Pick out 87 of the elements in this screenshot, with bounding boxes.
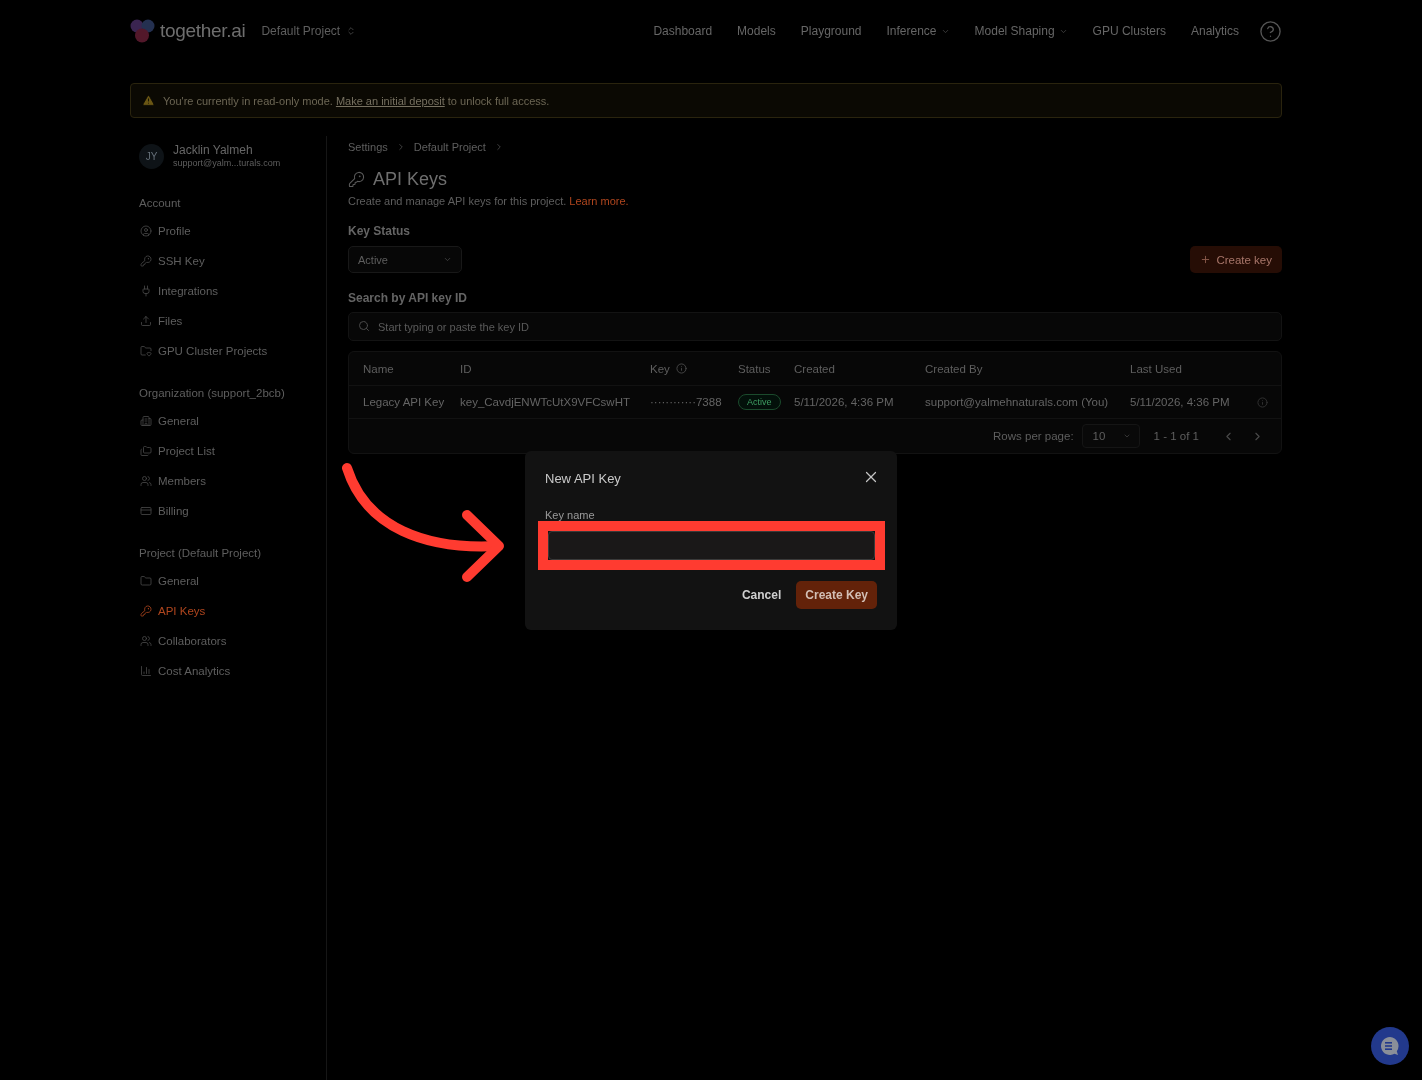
people-icon: [140, 475, 152, 487]
field-label: Key name: [545, 509, 596, 521]
folder-icon: [140, 575, 152, 587]
chat-bubble-icon: [1380, 1036, 1400, 1056]
learn-more-link[interactable]: Learn more.: [569, 195, 629, 207]
help-icon[interactable]: [1259, 19, 1282, 43]
key-icon: [348, 170, 365, 188]
create-key-button[interactable]: Create Key: [796, 581, 877, 609]
folder-icon: [140, 345, 152, 357]
dialog-title: New API Key: [545, 470, 621, 488]
chat-button[interactable]: [1371, 1027, 1409, 1065]
logo-icon: [130, 19, 156, 43]
key-icon: [140, 605, 152, 617]
nav-link[interactable]: Inference: [886, 24, 950, 38]
page-description: Create and manage API keys for this project. Learn more.: [348, 194, 630, 209]
rows-per-page-label: Rows per page:: [993, 430, 1074, 442]
column-header: Created By: [925, 362, 983, 375]
masked-key-cell-text: ············7388: [650, 396, 723, 408]
sidebar-item[interactable]: Profile: [139, 216, 326, 246]
column-header: Created: [794, 362, 835, 375]
user-circle-icon: [140, 225, 152, 237]
key-id-cell-text: key_CavdjENWTcUtX9VFCswHT: [460, 396, 631, 408]
status-badge: Active: [738, 394, 781, 410]
user-name: Jacklin Yalmeh: [173, 143, 254, 157]
warning-icon: [142, 94, 155, 107]
nav-link[interactable]: Dashboard: [653, 24, 713, 38]
caret-icon: [443, 255, 452, 264]
upload-icon: [140, 315, 152, 327]
cancel-button[interactable]: Cancel: [735, 582, 788, 608]
sidebar-item[interactable]: General: [139, 566, 326, 596]
caret-icon: [1122, 432, 1131, 440]
people-icon: [140, 635, 152, 647]
section-title: Project (Default Project): [139, 546, 263, 561]
sidebar-item[interactable]: Integrations: [139, 276, 326, 306]
rows-per-page-select[interactable]: 10: [1081, 424, 1140, 448]
sidebar-item[interactable]: SSH Key: [139, 246, 326, 276]
field-label: Search by API key ID: [348, 290, 468, 306]
nav-link[interactable]: Models: [737, 24, 776, 38]
user-email: support@yalm...turals.com: [173, 157, 281, 169]
banner-message: You're currently in read-only mode. Make an initial deposit to unlock full access.: [163, 94, 550, 107]
sidebar-item[interactable]: Collaborators: [139, 626, 326, 656]
sidebar-item[interactable]: Billing: [139, 496, 326, 526]
page-title: API Keys: [373, 168, 448, 190]
key-name-input[interactable]: [548, 531, 875, 560]
card-icon: [140, 505, 152, 517]
nav-link[interactable]: Model Shaping: [974, 24, 1068, 38]
field-label: Key Status: [348, 223, 412, 239]
chevrons-updown-icon: [346, 26, 357, 36]
column-header: Last Used: [1130, 362, 1182, 375]
breadcrumb-link[interactable]: Default Project: [413, 141, 486, 153]
info-icon[interactable]: [1257, 396, 1268, 408]
key-icon: [140, 255, 152, 267]
sidebar-item[interactable]: General: [139, 406, 326, 436]
nav-link[interactable]: Analytics: [1190, 24, 1239, 38]
column-header: Status: [738, 362, 771, 375]
page-range: 1 - 1 of 1: [1153, 430, 1199, 442]
column-header: Key: [650, 362, 670, 375]
user-avatar: JY: [139, 143, 164, 169]
bar-chart-icon: [140, 665, 152, 677]
sidebar-item[interactable]: Project List: [139, 436, 326, 466]
search-icon: [358, 320, 370, 332]
sidebar-item[interactable]: Files: [139, 306, 326, 336]
column-header: Name: [363, 362, 394, 375]
plug-icon: [140, 285, 152, 297]
project-switcher[interactable]: Default Project: [261, 24, 357, 38]
section-title: Account: [139, 196, 182, 211]
nav-link[interactable]: Playground: [800, 24, 862, 38]
last-used-cell-text: 5/11/2026, 4:36 PM: [1130, 396, 1231, 408]
deposit-link[interactable]: Make an initial deposit: [335, 94, 445, 107]
section-title: Organization (support_2bcb): [139, 386, 286, 401]
plus-icon: [1200, 254, 1212, 265]
nav-link[interactable]: GPU Clusters: [1092, 24, 1166, 38]
sidebar-item[interactable]: Members: [139, 466, 326, 496]
sidebar-item[interactable]: Cost Analytics: [139, 656, 326, 686]
key-status-select[interactable]: Active: [348, 246, 462, 273]
sidebar-item[interactable]: API Keys: [139, 596, 326, 626]
building-icon: [140, 415, 152, 427]
breadcrumb-link[interactable]: Settings: [348, 141, 388, 153]
search-field[interactable]: Start typing or paste the key ID: [348, 312, 1282, 341]
create-key-button[interactable]: Create key: [1190, 246, 1282, 273]
logo-text[interactable]: together.ai: [160, 20, 246, 42]
folders-icon: [140, 445, 152, 457]
created-cell-text: 5/11/2026, 4:36 PM: [794, 396, 895, 408]
column-header: ID: [460, 362, 472, 375]
created-by-cell-text: support@yalmehnaturals.com (You): [925, 396, 1110, 408]
sidebar-item[interactable]: GPU Cluster Projects: [139, 336, 326, 366]
key-name-cell-text: Legacy API Key: [363, 396, 446, 408]
